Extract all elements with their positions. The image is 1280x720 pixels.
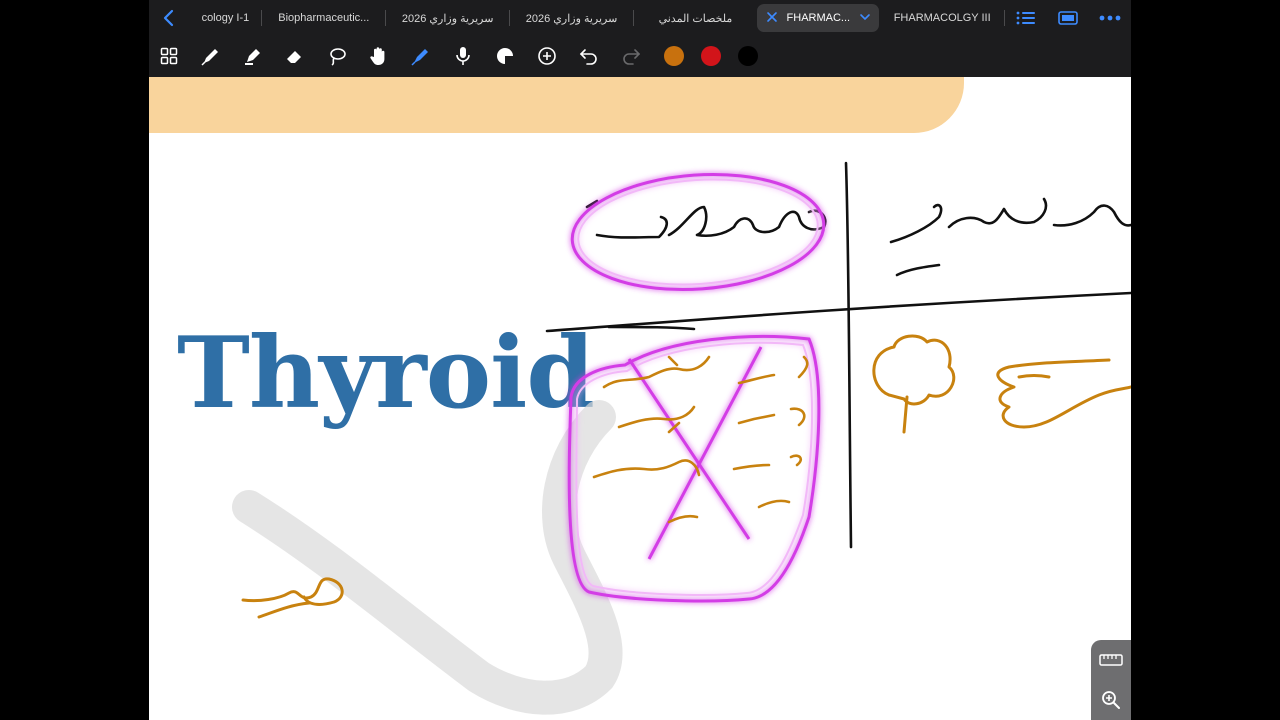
table-lines xyxy=(545,161,1131,549)
shapes-icon[interactable] xyxy=(493,44,517,68)
tab-label: سريرية وزاري 2026 xyxy=(401,12,494,25)
tab-biopharmaceutics[interactable]: Biopharmaceutic... xyxy=(262,4,386,32)
tab-label: cology I-1 xyxy=(201,12,250,24)
drawing-toolbar xyxy=(149,36,1131,77)
arabic-header-hormones xyxy=(585,199,827,239)
tab-clinical-exam-2[interactable]: سريرية وزاري 2026 xyxy=(510,4,634,32)
laser-pointer-icon[interactable] xyxy=(409,44,433,68)
tab-label: FHARMAC... xyxy=(786,12,851,24)
tab-almadani-summaries[interactable]: ملخصات المدني xyxy=(634,4,758,32)
outline-list-icon[interactable] xyxy=(1005,0,1047,36)
tab-label: FHARMACOLGY III xyxy=(893,12,991,24)
redo-icon[interactable] xyxy=(619,44,643,68)
tab-pharmacology-1[interactable]: cology I-1 xyxy=(189,4,262,32)
back-chevron-icon[interactable] xyxy=(149,0,189,36)
ruler-icon[interactable] xyxy=(1091,640,1131,680)
background-swoosh xyxy=(232,400,623,715)
orange-hand-doodle xyxy=(996,358,1131,429)
tab-label: سريرية وزاري 2026 xyxy=(525,12,618,25)
undo-icon[interactable] xyxy=(577,44,601,68)
orange-brain-doodle xyxy=(872,334,956,434)
zoom-icon[interactable] xyxy=(1091,680,1131,720)
more-options-icon[interactable] xyxy=(1089,0,1131,36)
color-swatch-black[interactable] xyxy=(738,46,758,66)
tab-fharmacolgy-3[interactable]: FHARMACOLGY III xyxy=(879,4,1006,32)
add-icon[interactable] xyxy=(535,44,559,68)
chevron-down-icon[interactable] xyxy=(859,12,871,25)
close-tab-icon[interactable] xyxy=(765,10,779,27)
handwritten-annotations xyxy=(232,161,1131,715)
microphone-icon[interactable] xyxy=(451,44,475,68)
pen-icon[interactable] xyxy=(199,44,223,68)
arabic-header-nervous xyxy=(889,197,1131,277)
tab-label: ملخصات المدني xyxy=(658,12,733,25)
tab-clinical-exam-1[interactable]: سريرية وزاري 2026 xyxy=(386,4,510,32)
tab-bar: cology I-1 Biopharmaceutic... سريرية وزا… xyxy=(149,0,1131,36)
page-view-icon[interactable] xyxy=(1047,0,1089,36)
grid-icon[interactable] xyxy=(157,44,181,68)
note-canvas[interactable]: Thyroid xyxy=(149,77,1131,720)
eraser-icon[interactable] xyxy=(283,44,307,68)
lasso-icon[interactable] xyxy=(325,44,349,68)
orange-notes-inside-box xyxy=(592,355,809,524)
orange-word-bottom-left xyxy=(241,577,344,619)
tab-fharmac-active[interactable]: FHARMAC... xyxy=(757,4,880,32)
color-swatch-red[interactable] xyxy=(701,46,721,66)
color-swatch-orange[interactable] xyxy=(664,46,684,66)
note-app: cology I-1 Biopharmaceutic... سريرية وزا… xyxy=(149,0,1131,720)
highlighter-icon[interactable] xyxy=(241,44,265,68)
tab-label: Biopharmaceutic... xyxy=(278,12,370,24)
hand-icon[interactable] xyxy=(367,44,391,68)
